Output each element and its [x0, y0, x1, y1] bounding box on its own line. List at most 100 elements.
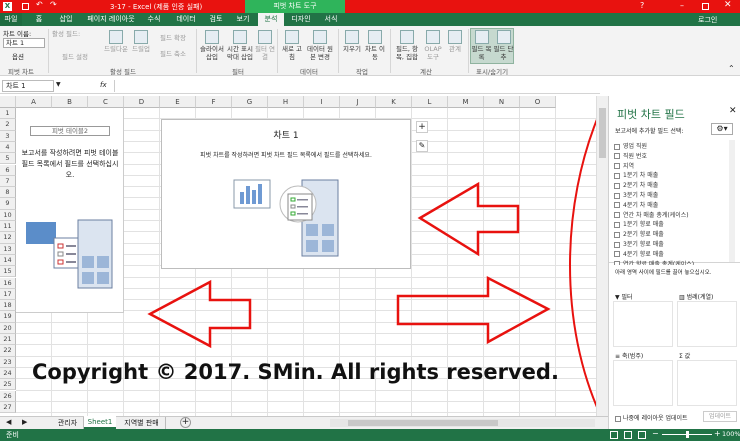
add-sheet-icon[interactable]: + [180, 417, 191, 428]
fields-items-sets-button[interactable]: 필드, 항목, 집합 [393, 30, 421, 61]
fx-icon[interactable]: fx [100, 81, 107, 89]
panel-field-scrollbar[interactable] [729, 140, 735, 262]
sheet-tab-sheet1[interactable]: Sheet1 [84, 416, 116, 429]
field-checkbox-item[interactable]: 3분기 향료 매출 [614, 240, 664, 249]
close-icon[interactable]: ✕ [724, 0, 732, 10]
field-checkbox-item[interactable]: 연간 차 매출 총계(케이스) [614, 211, 689, 220]
checkbox[interactable] [614, 163, 620, 170]
tab-file[interactable]: 파일 [0, 13, 22, 26]
tab-analyze[interactable]: 분석 [258, 13, 284, 26]
move-chart-button[interactable]: 차트 이동 [364, 30, 386, 61]
sheet-tab-region-sales[interactable]: 지역별 판매 [118, 417, 166, 429]
worksheet-grid[interactable]: ABCDEFGHIJKLMNO 1 2 3 4 5 6 7 8 9 10 11 12 13 14 15 16 1… [0, 96, 608, 416]
zoom-out-icon[interactable]: − [652, 429, 659, 438]
checkbox[interactable] [614, 153, 620, 160]
field-checkbox-item[interactable]: 2분기 차 매출 [614, 181, 658, 190]
user-login[interactable]: 로그인 [698, 15, 717, 25]
panel-settings-gear-icon[interactable]: ⚙▾ [711, 123, 733, 135]
save-icon[interactable] [22, 3, 29, 10]
tab-data[interactable]: 데이터 [170, 13, 202, 26]
context-tools-title: 피벗 차트 도구 [245, 0, 345, 13]
tab-insert[interactable]: 삽입 [52, 13, 80, 26]
relationships-button[interactable]: 관계 [445, 30, 465, 53]
tab-view[interactable]: 보기 [230, 13, 256, 26]
tab-formulas[interactable]: 수식 [140, 13, 168, 26]
filter-connections-button[interactable]: 필터 연결 [255, 30, 275, 61]
zoom-slider-thumb[interactable] [686, 431, 689, 438]
collapse-ribbon-icon[interactable]: ⌃ [728, 64, 735, 73]
clear-button[interactable]: 지우기 [341, 30, 363, 53]
field-checkbox-item[interactable]: 지역 [614, 162, 634, 171]
sheet-tab-manager[interactable]: 관리자 [52, 417, 84, 429]
axis-drop-area[interactable] [613, 360, 673, 406]
change-source-button[interactable]: 데이터 원본 변경 [305, 30, 335, 61]
insert-slicer-button[interactable]: 슬라이서 삽입 [199, 30, 225, 61]
redo-icon[interactable]: ↷ [50, 0, 57, 9]
group-pivotchart: 피벗 차트 [8, 68, 34, 76]
collapse-field-button[interactable]: 필드 축소 [160, 48, 186, 58]
tab-home[interactable]: 홈 [28, 13, 50, 26]
checkbox[interactable] [614, 251, 620, 258]
field-checkbox-item-partial[interactable]: 연간 향료 매출 총계(케이스) [614, 260, 694, 265]
prev-sheet-icon[interactable]: ◀ [6, 418, 11, 426]
defer-update-checkbox[interactable]: 나중에 레이아웃 업데이트 [615, 413, 699, 422]
expand-field-button[interactable]: 필드 확장 [160, 32, 186, 42]
field-checkbox-item[interactable]: 직원 번호 [614, 152, 647, 161]
checkbox[interactable] [614, 202, 620, 209]
checkbox[interactable] [614, 221, 620, 228]
tab-format[interactable]: 서식 [318, 13, 344, 26]
update-button[interactable]: 업데이트 [703, 411, 737, 422]
refresh-button[interactable]: 새로 고침 [280, 30, 304, 61]
undo-icon[interactable]: ↶ [36, 0, 43, 9]
legend-area-label: ▥ 범례(계열) [679, 294, 714, 301]
field-checkbox-item[interactable]: 2분기 향료 매출 [614, 230, 664, 239]
field-buttons-button[interactable]: 필드 단추 [493, 30, 514, 61]
zoom-level[interactable]: 100% [722, 430, 740, 438]
field-settings-button[interactable]: 필드 설정 [62, 51, 88, 61]
insert-timeline-button[interactable]: 시간 표시 막대 삽입 [226, 30, 254, 61]
formula-input[interactable] [114, 80, 598, 92]
drill-up-button[interactable]: 드릴업 [130, 30, 152, 53]
page-break-view-icon[interactable] [638, 431, 646, 439]
scroll-thumb[interactable] [599, 108, 606, 158]
minimize-icon[interactable]: – [680, 1, 684, 10]
legend-icon: ▥ [679, 294, 687, 301]
field-checkbox-item[interactable]: 4분기 차 매출 [614, 201, 658, 210]
zoom-slider[interactable] [662, 431, 712, 438]
olap-tools-button[interactable]: OLAP 도구 [422, 30, 444, 61]
field-checkbox-item[interactable]: 1분기 차 매출 [614, 171, 658, 180]
vertical-scrollbar[interactable] [596, 96, 608, 416]
drill-down-button[interactable]: 드릴다운 [104, 30, 128, 53]
values-drop-area[interactable] [677, 360, 737, 406]
field-list-button[interactable]: 필드 목록 [471, 30, 492, 61]
checkbox[interactable] [614, 143, 620, 150]
field-checkbox-item[interactable]: 영업 직원 [614, 142, 647, 151]
field-checkbox-item[interactable]: 3분기 차 매출 [614, 191, 658, 200]
help-icon[interactable]: ? [640, 1, 644, 10]
checkbox[interactable] [614, 241, 620, 248]
zoom-in-icon[interactable]: + [714, 429, 721, 438]
page-layout-view-icon[interactable] [624, 431, 632, 439]
checkbox[interactable] [614, 182, 620, 189]
next-sheet-icon[interactable]: ▶ [22, 418, 27, 426]
field-checkbox-item[interactable]: 4분기 향료 매출 [614, 250, 664, 259]
checkbox[interactable] [614, 172, 620, 179]
checkbox[interactable] [614, 231, 620, 238]
horizontal-scrollbar[interactable] [330, 419, 595, 427]
tab-page-layout[interactable]: 페이지 레이아웃 [82, 13, 140, 26]
legend-drop-area[interactable] [677, 301, 737, 347]
name-box-dropdown-icon[interactable]: ▼ [56, 81, 61, 88]
options-button[interactable]: 옵션 [12, 51, 24, 61]
tab-review[interactable]: 검토 [202, 13, 230, 26]
maximize-icon[interactable] [702, 3, 709, 10]
normal-view-icon[interactable] [610, 431, 618, 439]
filter-drop-area[interactable] [613, 301, 673, 347]
tab-design[interactable]: 디자인 [286, 13, 316, 26]
checkbox[interactable] [614, 212, 620, 219]
panel-close-icon[interactable]: ✕ [729, 106, 737, 116]
field-checkbox-item[interactable]: 1분기 향료 매출 [614, 220, 664, 229]
chart-name-input[interactable]: 차트 1 [3, 38, 45, 48]
name-box[interactable]: 차트 1 [2, 80, 54, 92]
hscroll-thumb[interactable] [348, 420, 498, 426]
checkbox[interactable] [614, 192, 620, 199]
